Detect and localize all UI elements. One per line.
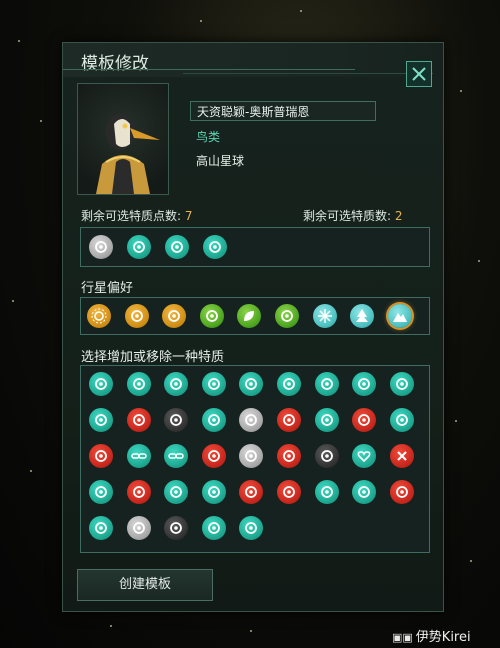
cactus-icon[interactable] <box>124 304 149 328</box>
template-editor-window: 模板修改 天资聪颖-奥斯普瑞恩 鸟类 高山星球 剩余可选特质点数: 7 剩余可选… <box>62 42 444 612</box>
chain-icon[interactable] <box>126 444 151 468</box>
palm-icon[interactable] <box>199 304 224 328</box>
cylinder-icon[interactable] <box>239 408 264 432</box>
bricks-icon[interactable] <box>201 516 226 540</box>
window-title: 模板修改 <box>81 54 149 74</box>
mech-hand-icon[interactable] <box>389 480 414 504</box>
create-template-button[interactable]: 创建模板 <box>77 569 213 601</box>
globe-icon[interactable] <box>352 372 377 396</box>
snowflake-icon[interactable] <box>312 304 337 328</box>
rock-hand-icon[interactable] <box>89 444 113 468</box>
chat-icon[interactable] <box>314 408 339 432</box>
chat-x-icon[interactable] <box>352 408 377 432</box>
rabbit-icon[interactable] <box>164 516 189 540</box>
bird-icon[interactable] <box>89 480 113 504</box>
bilibili-logo: ▣▣ <box>392 631 413 644</box>
cylinder-icon[interactable] <box>277 408 301 432</box>
hiker-icon[interactable] <box>239 444 264 468</box>
spiral-icon[interactable] <box>89 408 113 432</box>
leaf-icon[interactable] <box>237 304 262 328</box>
homeworld-label: 高山星球 <box>196 154 245 168</box>
turtle-icon[interactable] <box>164 408 189 432</box>
hand-shake-icon[interactable] <box>164 372 189 396</box>
ocean-wave-icon[interactable] <box>275 304 299 328</box>
planet-pref-label: 行星偏好 <box>81 281 134 296</box>
selected-traits-box <box>80 227 430 267</box>
piggy-bank-icon[interactable] <box>239 372 264 396</box>
trait-grid-label: 选择增加或移除一种特质 <box>81 350 225 365</box>
planet-pref-box <box>80 297 430 335</box>
close-icon <box>412 67 426 81</box>
elephant-icon[interactable] <box>164 480 189 504</box>
bird-alien-portrait <box>96 114 160 194</box>
trait-points-value: 7 <box>184 209 193 223</box>
pine-tree-icon[interactable] <box>350 304 375 328</box>
brain-icon[interactable] <box>239 516 264 540</box>
heart-icon[interactable] <box>352 444 377 468</box>
trait-picks-label: 剩余可选特质数: 2 <box>303 209 403 223</box>
tools-icon[interactable] <box>89 372 113 396</box>
sun-icon[interactable] <box>87 304 111 328</box>
rhino-icon[interactable] <box>389 408 414 432</box>
medal-icon[interactable] <box>201 408 226 432</box>
cycle-icon[interactable] <box>126 408 151 432</box>
island-icon[interactable] <box>314 444 339 468</box>
trait-grid-box <box>80 365 430 553</box>
savanna-tree-icon[interactable] <box>162 304 187 328</box>
atom-icon[interactable] <box>314 372 339 396</box>
chain-icon[interactable] <box>164 444 189 468</box>
elephant-icon[interactable] <box>201 480 226 504</box>
x-icon[interactable] <box>389 444 414 468</box>
mountain-range-icon[interactable] <box>277 444 301 468</box>
bird-icon[interactable] <box>126 480 151 504</box>
croissant-icon[interactable] <box>314 480 339 504</box>
rope-icon[interactable] <box>277 480 301 504</box>
species-portrait[interactable] <box>77 83 169 195</box>
species-class[interactable]: 鸟类 <box>196 128 220 145</box>
watermark: ▣▣ 伊势Kirei <box>392 630 471 645</box>
fork-plant-icon[interactable] <box>89 516 113 540</box>
circle-dots-icon[interactable] <box>203 235 227 259</box>
mountain-icon[interactable] <box>387 304 412 328</box>
elephant-icon[interactable] <box>239 480 264 504</box>
spiral-icon[interactable] <box>389 372 414 396</box>
chain-broken-icon[interactable] <box>201 444 226 468</box>
people-icon[interactable] <box>126 372 151 396</box>
trait-picks-value: 2 <box>394 209 403 223</box>
graduation-cap-icon[interactable] <box>201 372 226 396</box>
gear-icon[interactable] <box>277 372 301 396</box>
close-button[interactable] <box>406 61 432 87</box>
trait-points-label: 剩余可选特质点数: 7 <box>81 209 193 223</box>
species-name-field[interactable]: 天资聪颖-奥斯普瑞恩 <box>190 101 376 121</box>
seedling-icon[interactable] <box>165 235 189 259</box>
gear-hand-icon[interactable] <box>89 235 113 259</box>
heart-x-icon[interactable] <box>126 516 151 540</box>
dna-icon[interactable] <box>127 235 151 259</box>
recycle-icon[interactable] <box>352 480 377 504</box>
